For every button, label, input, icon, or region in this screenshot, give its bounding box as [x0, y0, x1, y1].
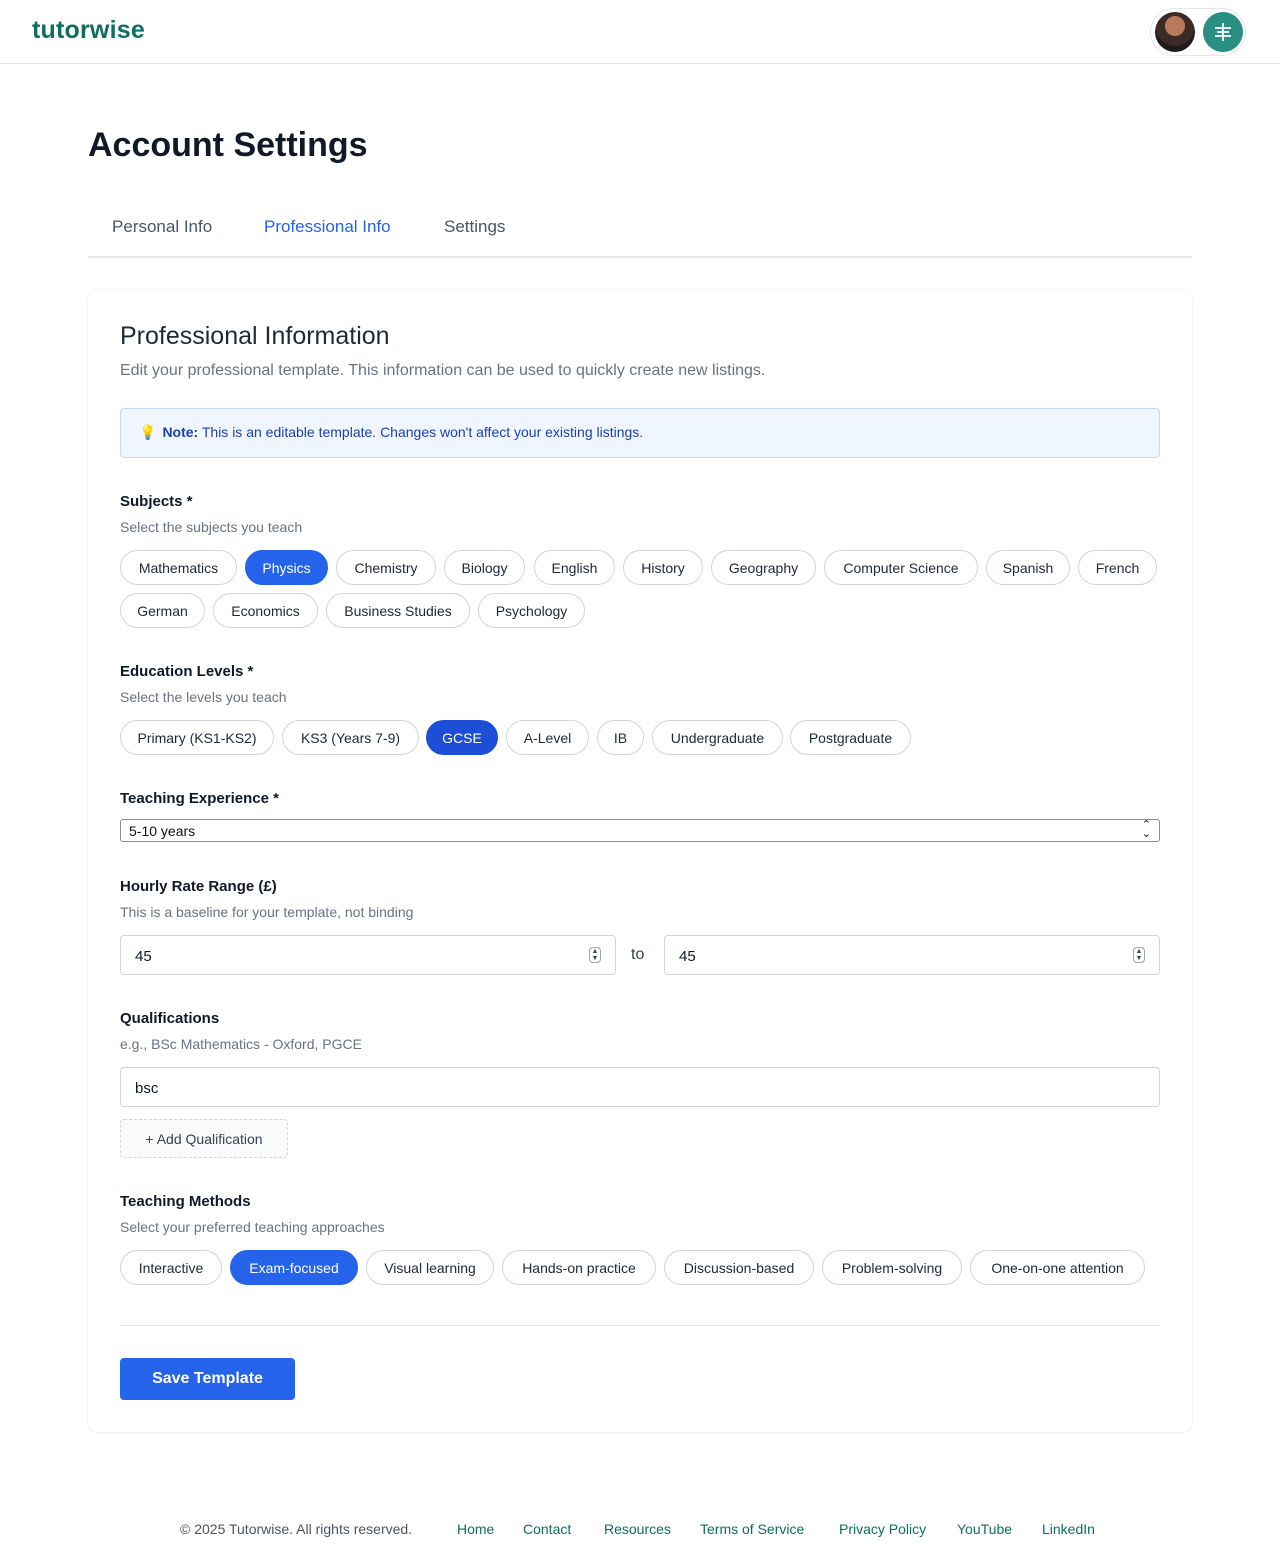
footer-copyright: © 2025 Tutorwise. All rights reserved. [180, 1521, 413, 1537]
level-chip-gcse[interactable]: GCSE [426, 720, 498, 755]
teaching-experience-select[interactable]: 5-10 years ⌃ ⌄ [120, 819, 1160, 842]
page-title: Account Settings [88, 126, 368, 164]
card-title: Professional Information [120, 322, 390, 350]
footer-link-home[interactable]: Home [457, 1521, 494, 1537]
level-chip-undergraduate[interactable]: Undergraduate [652, 720, 783, 755]
teaching-methods-hint: Select your preferred teaching approache… [120, 1219, 385, 1235]
subjects-label: Subjects * [120, 493, 193, 510]
number-spinner-icon[interactable]: ▲ ▼ [1133, 947, 1145, 963]
qualification-input[interactable]: bsc [120, 1067, 1160, 1107]
method-chip-hands-on-practice[interactable]: Hands-on practice [502, 1250, 656, 1285]
education-levels-label: Education Levels * [120, 663, 254, 680]
method-chip-visual-learning[interactable]: Visual learning [366, 1250, 494, 1285]
top-navigation-bar: tutorwise [0, 0, 1280, 64]
add-qualification-button[interactable]: + Add Qualification [120, 1119, 288, 1158]
subject-chip-history[interactable]: History [623, 550, 703, 585]
lightbulb-icon: 💡 [139, 424, 157, 440]
hourly-rate-hint: This is a baseline for your template, no… [120, 904, 414, 920]
footer: © 2025 Tutorwise. All rights reserved. H… [0, 1521, 1280, 1545]
footer-link-resources[interactable]: Resources [604, 1521, 671, 1537]
qualifications-label: Qualifications [120, 1010, 220, 1027]
education-levels-hint: Select the levels you teach [120, 689, 287, 705]
subject-chip-german[interactable]: German [120, 593, 205, 628]
footer-link-contact[interactable]: Contact [523, 1521, 571, 1537]
settings-tabs: Personal Info Professional Info Settings [88, 200, 1192, 258]
footer-link-linkedin[interactable]: LinkedIn [1042, 1521, 1095, 1537]
method-chip-problem-solving[interactable]: Problem-solving [822, 1250, 962, 1285]
menu-glyph-icon [1215, 23, 1231, 41]
footer-link-youtube[interactable]: YouTube [957, 1521, 1012, 1537]
level-chip-ks3[interactable]: KS3 (Years 7-9) [282, 720, 419, 755]
method-chip-discussion-based[interactable]: Discussion-based [664, 1250, 814, 1285]
hourly-rate-min-value: 45 [135, 948, 152, 965]
level-chip-ib[interactable]: IB [597, 720, 644, 755]
teaching-experience-value: 5-10 years [129, 823, 196, 839]
note-label: Note: [162, 424, 199, 440]
subject-chip-mathematics[interactable]: Mathematics [120, 550, 237, 585]
subject-chip-english[interactable]: English [534, 550, 615, 585]
footer-link-privacy[interactable]: Privacy Policy [839, 1521, 926, 1537]
level-chip-postgraduate[interactable]: Postgraduate [790, 720, 911, 755]
qualifications-hint: e.g., BSc Mathematics - Oxford, PGCE [120, 1036, 362, 1052]
subject-chip-geography[interactable]: Geography [711, 550, 816, 585]
qualification-value: bsc [135, 1080, 159, 1097]
teaching-experience-label: Teaching Experience * [120, 790, 279, 807]
tab-professional-info[interactable]: Professional Info [264, 217, 391, 237]
method-chip-interactive[interactable]: Interactive [120, 1250, 222, 1285]
select-arrows-icon: ⌃ ⌄ [1141, 819, 1151, 840]
brand-menu-icon[interactable] [1203, 12, 1243, 52]
number-spinner-icon[interactable]: ▲ ▼ [589, 947, 601, 963]
hourly-rate-label: Hourly Rate Range (£) [120, 878, 277, 895]
footer-link-terms[interactable]: Terms of Service [700, 1521, 804, 1537]
subject-chip-psychology[interactable]: Psychology [478, 593, 585, 628]
hourly-rate-max-value: 45 [679, 948, 696, 965]
subject-chip-economics[interactable]: Economics [213, 593, 318, 628]
method-chip-exam-focused[interactable]: Exam-focused [230, 1250, 358, 1285]
subject-chip-spanish[interactable]: Spanish [986, 550, 1070, 585]
level-chip-a-level[interactable]: A-Level [506, 720, 589, 755]
note-text: This is an editable template. Changes wo… [201, 424, 644, 440]
subjects-hint: Select the subjects you teach [120, 519, 303, 535]
card-subtitle: Edit your professional template. This in… [120, 362, 766, 379]
hourly-rate-max-input[interactable]: 45 ▲ ▼ [664, 935, 1160, 975]
level-chip-primary[interactable]: Primary (KS1-KS2) [120, 720, 274, 755]
subject-chip-chemistry[interactable]: Chemistry [336, 550, 436, 585]
subject-chip-biology[interactable]: Biology [444, 550, 525, 585]
rate-range-separator: to [631, 946, 645, 963]
account-menu[interactable] [1150, 8, 1246, 56]
card-divider [120, 1325, 1160, 1326]
subject-chip-physics[interactable]: Physics [245, 550, 328, 585]
logo[interactable]: tutorwise [32, 16, 145, 45]
tab-settings[interactable]: Settings [444, 217, 505, 237]
method-chip-one-on-one-attention[interactable]: One-on-one attention [970, 1250, 1145, 1285]
tab-personal-info[interactable]: Personal Info [112, 217, 212, 237]
teaching-methods-label: Teaching Methods [120, 1193, 251, 1210]
subject-chip-business-studies[interactable]: Business Studies [326, 593, 470, 628]
professional-info-card: Professional Information Edit your profe… [88, 290, 1192, 1432]
subject-chip-french[interactable]: French [1078, 550, 1157, 585]
save-template-button[interactable]: Save Template [120, 1358, 295, 1400]
user-avatar[interactable] [1155, 12, 1195, 52]
template-note: 💡 Note: This is an editable template. Cha… [120, 408, 1160, 458]
hourly-rate-min-input[interactable]: 45 ▲ ▼ [120, 935, 616, 975]
subject-chip-computer-science[interactable]: Computer Science [824, 550, 978, 585]
